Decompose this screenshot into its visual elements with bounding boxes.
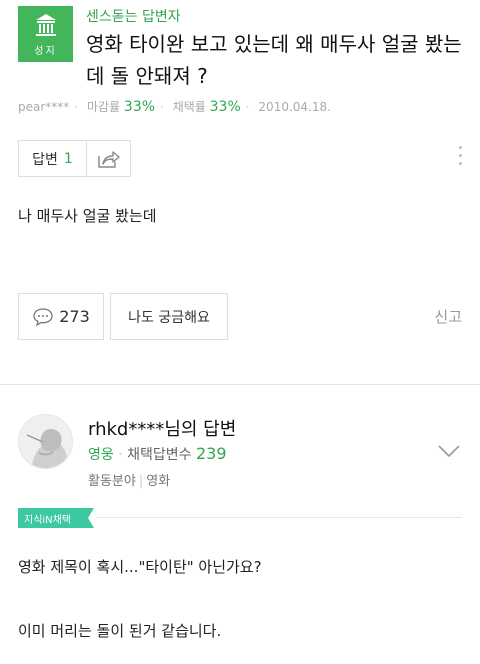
answerer-rank: 영웅 — [88, 447, 114, 463]
shrine-badge: 성지 — [18, 6, 73, 62]
avatar-image — [19, 415, 72, 468]
answer-count: 1 — [63, 150, 73, 167]
question-body: 나 매두사 얼굴 봤는데 — [18, 207, 157, 225]
comment-count: 273 — [59, 307, 90, 326]
question-title: 영화 타이완 보고 있는데 왜 매두사 얼굴 봤는데 돌 안돼져 ? — [86, 32, 462, 88]
answerer-activity-field: 활동분야 | 영화 — [88, 474, 171, 489]
answer-share-group: 답변 1 — [18, 140, 131, 177]
section-divider — [0, 384, 480, 385]
report-link[interactable]: 신고 — [434, 306, 462, 327]
question-date: 2010.04.18. — [258, 100, 331, 114]
answer-count-button[interactable]: 답변 1 — [19, 141, 87, 176]
share-icon — [97, 150, 120, 168]
answer-text-line-1: 영화 제목이 혹시..."타이탄" 아닌가요? — [18, 558, 262, 576]
adoption-rate-value: 33% — [209, 99, 241, 115]
adoption-rate-label: 채택률 — [172, 100, 206, 114]
badge-label: 성지 — [34, 46, 57, 57]
answerer-name[interactable]: rhkd****님의 답변 — [88, 415, 236, 441]
me-too-curious-button[interactable]: 나도 궁금해요 — [110, 293, 228, 340]
adopted-count-label: 채택답변수 — [127, 447, 192, 463]
tag-divider — [96, 517, 462, 518]
shrine-icon — [36, 14, 56, 36]
chosen-answer-label: 지식iN채택 — [24, 515, 72, 526]
activity-field-label: 활동분야 — [88, 474, 136, 489]
comment-bubble-icon — [33, 307, 53, 326]
expand-chevron-icon[interactable] — [438, 442, 460, 461]
answer-label: 답변 — [32, 151, 58, 168]
chosen-answer-tag: 지식iN채택 — [18, 508, 94, 528]
author-id[interactable]: pear**** — [18, 100, 69, 114]
comment-button[interactable]: 273 — [18, 293, 104, 340]
more-options-icon[interactable] — [458, 146, 464, 170]
activity-field-value: 영화 — [146, 474, 171, 489]
closing-rate-value: 33% — [123, 99, 156, 115]
answerer-avatar[interactable] — [18, 414, 73, 469]
adopted-count: 239 — [195, 444, 227, 463]
answer-text-line-2: 이미 머리는 돌이 된거 같습니다. — [18, 622, 222, 640]
question-meta: pear**** · 마감률 33% · 채택률 33% · 2010.04.18. — [18, 99, 331, 115]
share-button[interactable] — [87, 141, 130, 176]
closing-rate-label: 마감률 — [86, 100, 121, 114]
answerer-stats: 영웅 · 채택답변수 239 — [88, 444, 227, 463]
question-category[interactable]: 센스돋는 답변자 — [86, 6, 181, 26]
